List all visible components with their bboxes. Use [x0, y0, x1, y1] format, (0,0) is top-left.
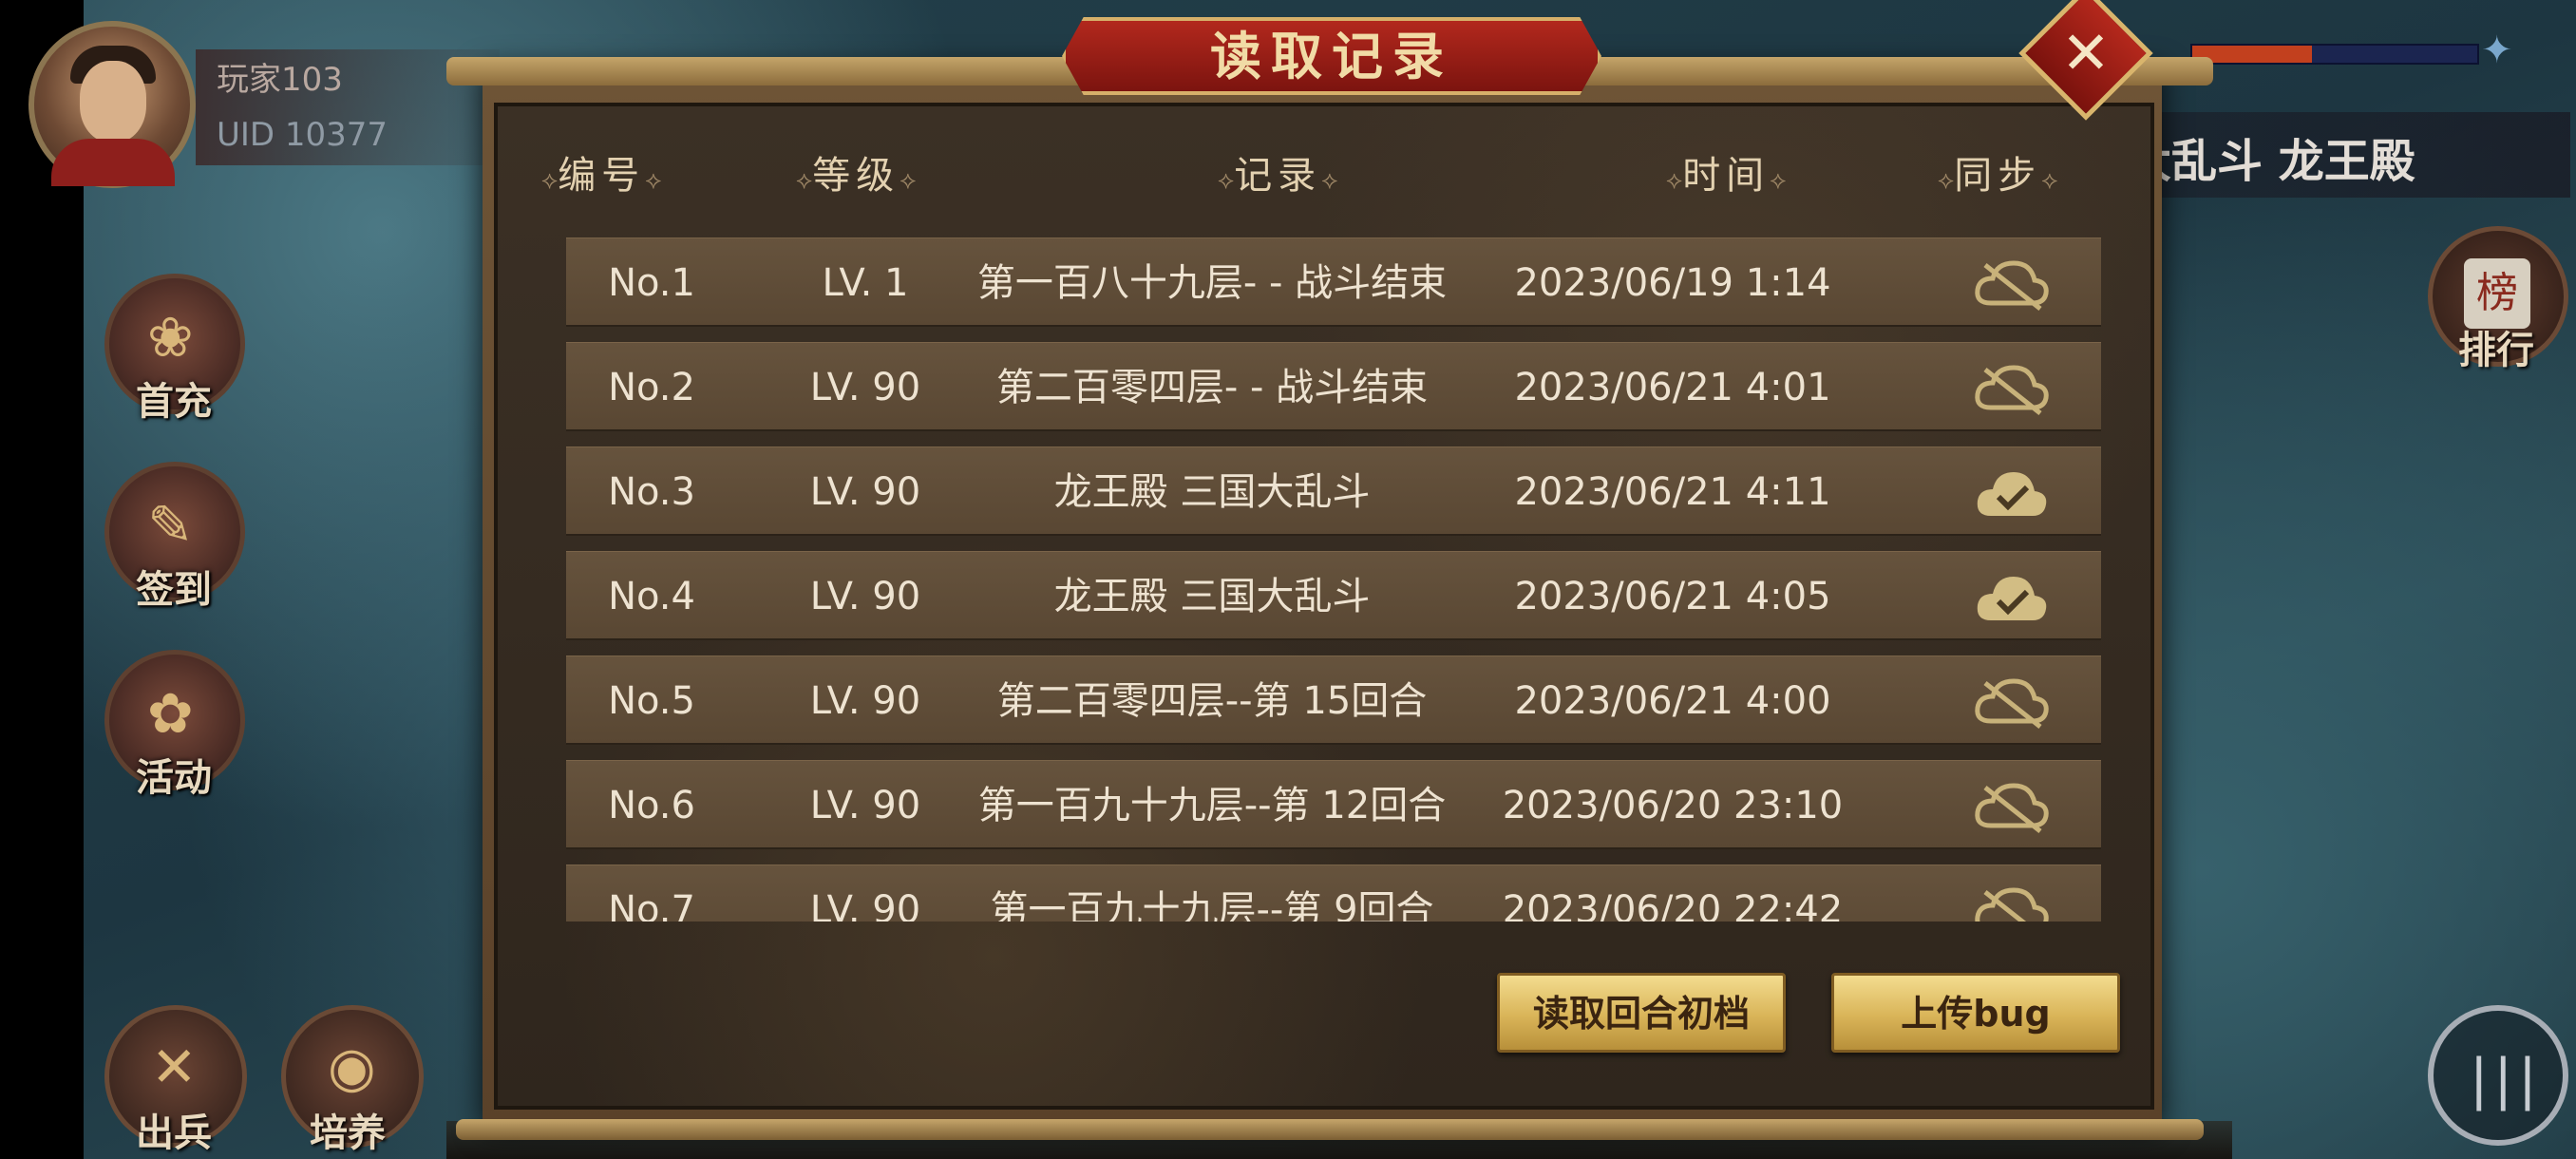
- cloud-synced-icon[interactable]: [1972, 465, 2052, 522]
- deploy-label: 出兵: [136, 1112, 212, 1155]
- record-level: LV. 1: [822, 261, 909, 305]
- ranking-label: 排行: [2458, 329, 2534, 372]
- record-name: 第二百零四层--第 15回合: [996, 679, 1428, 723]
- menu-icon: |||: [2470, 1047, 2543, 1112]
- header-sync: ⟡同步⟡: [1938, 154, 2058, 198]
- record-row[interactable]: No.2 LV. 90 第二百零四层- - 战斗结束 2023/06/21 4:…: [566, 342, 2101, 431]
- record-level: LV. 90: [809, 470, 921, 514]
- cloud-unsynced-icon[interactable]: [1972, 778, 2052, 835]
- cultivate-label: 培养: [310, 1112, 386, 1155]
- first-recharge-label: 首充: [136, 380, 212, 424]
- avatar-armor: [51, 139, 175, 186]
- record-number: No.4: [608, 575, 695, 618]
- record-name: 第二百零四层- - 战斗结束: [995, 366, 1429, 409]
- treasure-icon: ✿: [147, 681, 194, 746]
- record-row[interactable]: No.7 LV. 90 第一百九十九层--第 9回合 2023/06/20 22…: [566, 864, 2101, 922]
- record-level: LV. 90: [809, 784, 921, 827]
- record-number: No.1: [608, 261, 695, 305]
- header-time: ⟡时间⟡: [1666, 154, 1787, 198]
- record-row[interactable]: No.4 LV. 90 龙王殿 三国大乱斗 2023/06/21 4:05: [566, 551, 2101, 640]
- header-record: ⟡记录⟡: [1218, 154, 1338, 198]
- record-time: 2023/06/21 4:11: [1514, 470, 1831, 514]
- sign-in-label: 签到: [136, 568, 212, 612]
- cloud-unsynced-icon[interactable]: [1972, 674, 2052, 731]
- record-name: 龙王殿 三国大乱斗: [1053, 470, 1371, 514]
- record-number: No.3: [608, 470, 695, 514]
- dialog-title: 读取记录: [1210, 27, 1453, 86]
- record-time: 2023/06/20 22:42: [1502, 888, 1844, 922]
- upload-bug-button[interactable]: 上传bug: [1831, 973, 2120, 1053]
- record-time: 2023/06/21 4:00: [1514, 679, 1831, 723]
- header-level: ⟡等级⟡: [796, 154, 917, 198]
- player-uid: UID 10377: [217, 116, 388, 154]
- gift-icon: ❀: [147, 305, 194, 370]
- cultivate-icon: ◉: [328, 1035, 376, 1099]
- record-row[interactable]: No.1 LV. 1 第一百八十九层- - 战斗结束 2023/06/19 1:…: [566, 238, 2101, 327]
- record-number: No.7: [608, 888, 695, 922]
- record-row[interactable]: No.5 LV. 90 第二百零四层--第 15回合 2023/06/21 4:…: [566, 656, 2101, 745]
- record-number: No.6: [608, 784, 695, 827]
- scroll-icon: ✎: [147, 493, 194, 558]
- cloud-unsynced-icon[interactable]: [1972, 883, 2052, 922]
- record-name: 第一百九十九层--第 12回合: [977, 784, 1447, 827]
- record-list[interactable]: No.1 LV. 1 第一百八十九层- - 战斗结束 2023/06/19 1:…: [566, 238, 2101, 922]
- cloud-unsynced-icon[interactable]: [1972, 360, 2052, 417]
- hp-bar: [2190, 44, 2479, 65]
- load-round-initial-button[interactable]: 读取回合初档: [1497, 973, 1786, 1053]
- record-level: LV. 90: [809, 575, 921, 618]
- record-level: LV. 90: [809, 888, 921, 922]
- header-number: ⟡编号⟡: [541, 154, 662, 198]
- record-name: 第一百九十九层--第 9回合: [990, 888, 1434, 922]
- dialog-frame-bottom: [456, 1119, 2204, 1140]
- player-avatar[interactable]: [28, 21, 196, 188]
- bird-icon: ✦: [2481, 28, 2513, 72]
- cloud-unsynced-icon[interactable]: [1972, 256, 2052, 313]
- record-time: 2023/06/21 4:05: [1514, 575, 1831, 618]
- main-menu-button[interactable]: |||: [2428, 1005, 2568, 1146]
- activity-label: 活动: [136, 756, 212, 800]
- record-number: No.2: [608, 366, 695, 409]
- record-time: 2023/06/21 4:01: [1514, 366, 1831, 409]
- close-icon[interactable]: ✕: [2038, 6, 2133, 101]
- header-ornament-right: ⟡: [645, 166, 662, 195]
- cloud-synced-icon[interactable]: [1972, 569, 2052, 626]
- record-level: LV. 90: [809, 679, 921, 723]
- record-row[interactable]: No.3 LV. 90 龙王殿 三国大乱斗 2023/06/21 4:11: [566, 446, 2101, 536]
- header-ornament-left: ⟡: [541, 166, 559, 195]
- record-number: No.5: [608, 679, 695, 723]
- player-name: 玩家103: [217, 61, 343, 99]
- record-time: 2023/06/19 1:14: [1514, 261, 1831, 305]
- record-time: 2023/06/20 23:10: [1502, 784, 1844, 827]
- record-name: 龙王殿 三国大乱斗: [1053, 575, 1371, 618]
- avatar-face: [80, 61, 146, 142]
- crossed-swords-icon: ✕: [151, 1035, 198, 1099]
- record-row[interactable]: No.6 LV. 90 第一百九十九层--第 12回合 2023/06/20 2…: [566, 760, 2101, 849]
- ranking-seal-icon: 榜: [2464, 258, 2530, 329]
- record-name: 第一百八十九层- - 战斗结束: [976, 261, 1448, 305]
- record-level: LV. 90: [809, 366, 921, 409]
